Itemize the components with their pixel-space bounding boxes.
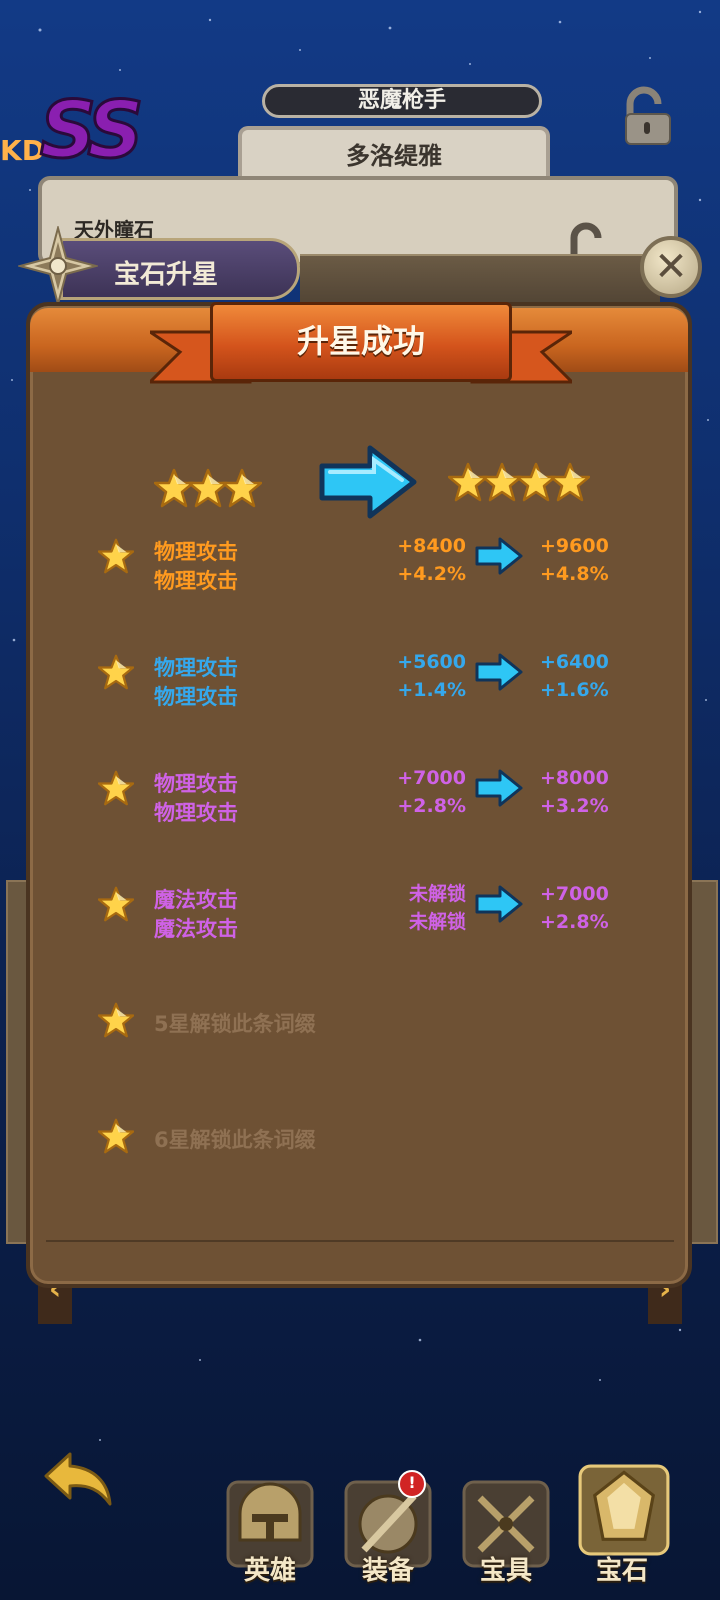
attribute-name: 物理攻击 [154,685,238,709]
rank-prefix: KD [0,134,45,167]
hero-title: 恶魔枪手 [262,84,542,118]
new-value: +2.8% [540,911,609,933]
unlock-icon[interactable] [620,86,674,146]
star-icon [97,1118,135,1154]
panel-divider [46,1240,674,1242]
row-star-icon [97,538,135,574]
arrow-right-icon [475,885,523,923]
attribute-name: 魔法攻击 [154,888,238,912]
old-value: +4.2% [397,563,466,585]
notification-badge: ! [398,1470,426,1498]
attribute-name: 物理攻击 [154,656,238,680]
old-value: +8400 [397,535,466,557]
new-value: +9600 [540,535,609,557]
row-star-icon [97,886,135,922]
new-value: +1.6% [540,679,609,701]
old-value: +2.8% [397,795,466,817]
old-value: +7000 [397,767,466,789]
nav-label: 宝具 [479,1556,532,1586]
stars-before [153,468,263,512]
star-icon [97,538,135,574]
compass-emblem-icon [18,226,98,306]
star-icon [549,462,591,502]
close-button[interactable]: ✕ [640,236,702,298]
old-value: +1.4% [397,679,466,701]
new-value: +6400 [540,651,609,673]
nav-label: 英雄 [243,1556,296,1586]
old-value: 未解锁 [408,883,466,905]
gem-icon [578,1464,670,1556]
gem-upgrade-label: 宝石升星 [114,260,219,290]
nav-label: 装备 [361,1556,414,1586]
new-value: +8000 [540,767,609,789]
attribute-name: 物理攻击 [154,540,238,564]
attribute-name: 魔法攻击 [154,917,238,941]
arrow-right-icon [319,445,417,519]
old-value: 未解锁 [408,911,466,933]
old-value: +5600 [397,651,466,673]
nav-label: 宝石 [595,1556,648,1586]
hero-name-tab[interactable]: 多洛缇雅 [238,126,550,180]
arrow-right-icon [475,769,523,807]
rating-star [549,462,591,506]
new-value: +4.8% [540,563,609,585]
attribute-name: 物理攻击 [154,801,238,825]
row-star-icon [97,770,135,806]
row-star-icon [97,654,135,690]
attribute-name: 物理攻击 [154,569,238,593]
new-value: +7000 [540,883,609,905]
row-star-icon [97,1118,135,1154]
row-star-icon [97,1002,135,1038]
rank-grade: SS [39,86,146,176]
star-icon [97,770,135,806]
arrow-right-icon [475,653,523,691]
stars-after [447,462,591,506]
success-banner-title: 升星成功 [210,302,512,382]
attribute-name: 物理攻击 [154,772,238,796]
new-value: +3.2% [540,795,609,817]
star-icon [221,468,263,508]
arrow-right-icon [475,537,523,575]
close-icon: ✕ [654,244,688,290]
locked-hint: 5星解锁此条词缀 [154,1012,316,1036]
back-arrow-icon[interactable] [42,1448,114,1508]
rating-star [221,468,263,512]
locked-hint: 6星解锁此条词缀 [154,1128,316,1152]
star-icon [97,886,135,922]
star-icon [97,1002,135,1038]
star-icon [97,654,135,690]
